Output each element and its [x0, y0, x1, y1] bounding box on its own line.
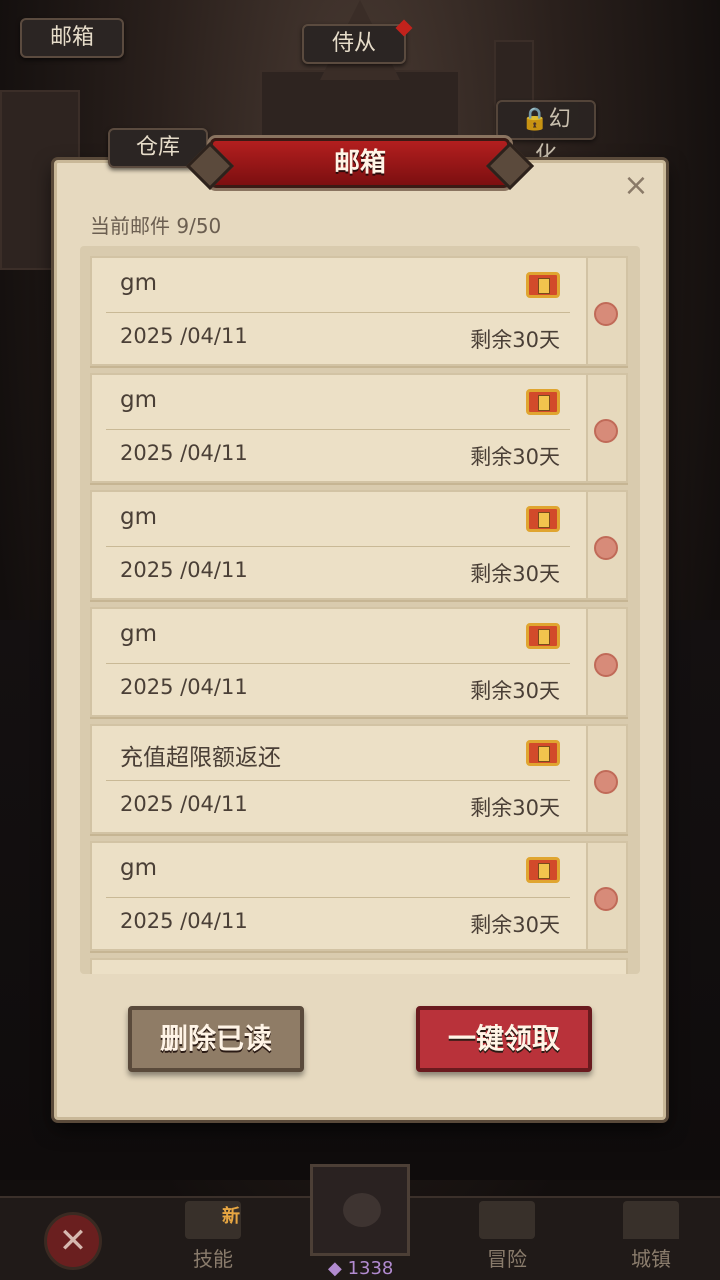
mail-sender: gm — [120, 621, 158, 647]
claim-all-button[interactable]: 一键领取 — [416, 1006, 592, 1072]
hud-illusion-button[interactable]: 🔒幻化 — [496, 100, 596, 168]
gem-count: ◆ 1338 — [328, 1258, 393, 1279]
divider — [106, 780, 570, 781]
gem-count-value: 1338 — [347, 1258, 394, 1279]
mail-date: 2025 /04/11 — [120, 441, 248, 465]
mail-date: 2025 /04/11 — [120, 558, 248, 582]
mail-item-partial[interactable] — [90, 958, 628, 974]
mail-date: 2025 /04/11 — [120, 675, 248, 699]
hud-servant-button[interactable]: 侍从 — [302, 19, 413, 64]
mail-remaining: 剩余30天 — [470, 913, 560, 937]
wax-seal-icon — [594, 536, 618, 560]
mail-item[interactable]: gm 2025 /04/11 剩余30天 — [90, 841, 628, 951]
envelope-fold — [586, 375, 626, 481]
mail-sender: gm — [120, 270, 158, 296]
mail-item[interactable]: 充值超限额返还 2025 /04/11 剩余30天 — [90, 724, 628, 834]
nav-skill[interactable]: 技能 — [168, 1201, 258, 1272]
divider — [106, 546, 570, 547]
mail-remaining: 剩余30天 — [470, 328, 560, 352]
divider — [106, 663, 570, 664]
dialog-title-banner: 邮箱 — [210, 138, 510, 188]
mail-item[interactable]: gm 2025 /04/11 剩余30天 — [90, 607, 628, 717]
mail-count: 当前邮件 9/50 — [90, 214, 222, 238]
lock-icon: 🔒 — [521, 107, 549, 132]
wax-seal-icon — [594, 887, 618, 911]
envelope-fold — [586, 492, 626, 598]
wax-seal-icon — [594, 653, 618, 677]
gem-icon: ◆ — [328, 1258, 342, 1279]
mail-list[interactable]: gm 2025 /04/11 剩余30天 gm 2025 /04/11 剩余30… — [80, 246, 640, 974]
nav-skill-label: 技能 — [193, 1247, 233, 1271]
mail-remaining: 剩余30天 — [470, 562, 560, 586]
mail-remaining: 剩余30天 — [470, 796, 560, 820]
mail-sender: gm — [120, 504, 158, 530]
treasure-chest-icon — [526, 857, 560, 883]
treasure-chest-icon — [526, 740, 560, 766]
divider — [106, 312, 570, 313]
dialog-title: 邮箱 — [333, 148, 386, 178]
center-slot[interactable] — [310, 1164, 410, 1256]
treasure-chest-icon — [526, 623, 560, 649]
mail-remaining: 剩余30天 — [470, 679, 560, 703]
close-icon[interactable]: × — [620, 170, 652, 202]
mail-item[interactable]: gm 2025 /04/11 剩余30天 — [90, 373, 628, 483]
mail-item[interactable]: gm 2025 /04/11 剩余30天 — [90, 256, 628, 366]
hud-servant-label: 侍从 — [331, 31, 376, 56]
spider-icon — [343, 1193, 381, 1227]
map-icon — [479, 1201, 535, 1239]
mail-date: 2025 /04/11 — [120, 909, 248, 933]
nav-close-icon[interactable]: ✕ — [44, 1212, 102, 1270]
nav-adventure-label: 冒险 — [487, 1247, 527, 1271]
hud-mail-button[interactable]: 邮箱 — [20, 18, 124, 58]
envelope-fold — [586, 843, 626, 949]
mail-remaining: 剩余30天 — [470, 445, 560, 469]
mail-sender: gm — [120, 387, 158, 413]
mail-date: 2025 /04/11 — [120, 324, 248, 348]
nav-town[interactable]: 城镇 — [606, 1201, 696, 1272]
mail-sender: 充值超限额返还 — [120, 745, 281, 771]
wax-seal-icon — [594, 770, 618, 794]
divider — [106, 897, 570, 898]
nav-town-label: 城镇 — [631, 1247, 671, 1271]
mail-date: 2025 /04/11 — [120, 792, 248, 816]
new-badge: 新 — [222, 1206, 240, 1227]
mail-item[interactable]: gm 2025 /04/11 剩余30天 — [90, 490, 628, 600]
wax-seal-icon — [594, 302, 618, 326]
treasure-chest-icon — [526, 272, 560, 298]
treasure-chest-icon — [526, 506, 560, 532]
envelope-fold — [586, 726, 626, 832]
wax-seal-icon — [594, 419, 618, 443]
nav-adventure[interactable]: 冒险 — [462, 1201, 552, 1272]
envelope-fold — [586, 609, 626, 715]
mail-sender: gm — [120, 855, 158, 881]
divider — [106, 429, 570, 430]
castle-icon — [623, 1201, 679, 1239]
delete-read-button[interactable]: 删除已读 — [128, 1006, 304, 1072]
treasure-chest-icon — [526, 389, 560, 415]
envelope-fold — [586, 258, 626, 364]
